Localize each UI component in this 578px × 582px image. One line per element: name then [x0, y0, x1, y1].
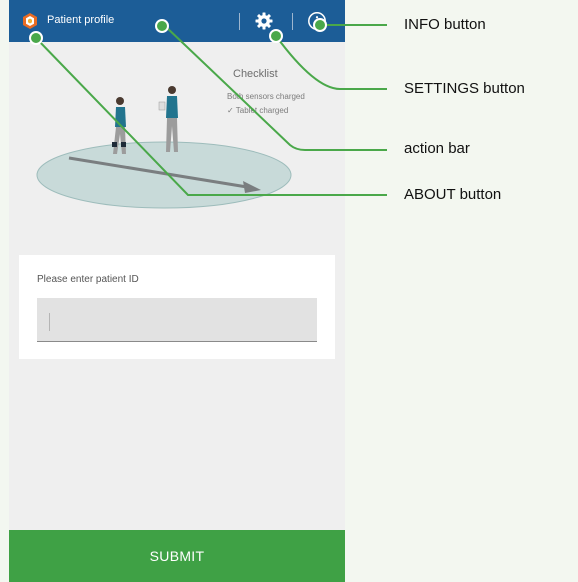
app-logo-icon[interactable] — [21, 12, 39, 30]
info-button-callout: INFO button — [404, 16, 486, 33]
patient-id-label: Please enter patient ID — [37, 274, 139, 285]
action-bar-callout: action bar — [404, 140, 470, 157]
app-screen: Patient profile Checklist Both sensors c… — [9, 0, 345, 582]
checklist-item: Both sensors charged — [227, 92, 305, 101]
action-bar-divider — [239, 13, 240, 30]
action-bar: Patient profile — [9, 0, 345, 42]
checklist-title: Checklist — [233, 68, 278, 80]
walkway-illustration — [36, 86, 292, 209]
info-icon[interactable] — [307, 11, 327, 31]
gear-icon[interactable] — [254, 11, 274, 31]
checklist-item: ✓ Tablet charged — [227, 106, 289, 115]
settings-button-callout: SETTINGS button — [404, 80, 525, 97]
submit-button[interactable]: SUBMIT — [9, 530, 345, 582]
text-caret — [49, 313, 50, 331]
patient-id-card: Please enter patient ID — [19, 255, 335, 359]
action-bar-title: Patient profile — [47, 14, 115, 26]
checklist-item-label: Tablet charged — [235, 106, 289, 115]
patient-id-input[interactable] — [37, 298, 317, 342]
about-button-callout: ABOUT button — [404, 186, 502, 203]
action-bar-divider — [292, 13, 293, 30]
